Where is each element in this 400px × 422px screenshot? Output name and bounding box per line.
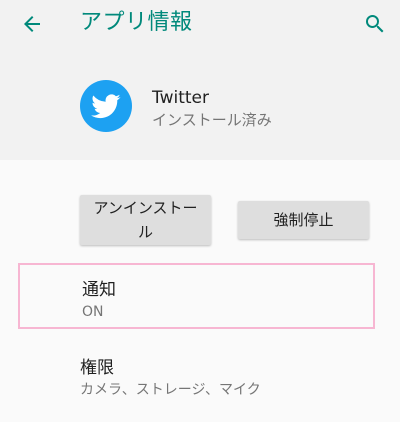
page-title: アプリ情報: [80, 10, 193, 35]
search-button[interactable]: [357, 6, 393, 42]
back-button[interactable]: [14, 6, 50, 42]
arrow-back-icon: [24, 16, 40, 32]
app-info-content: アンインストール 強制停止 通知 ON 権限 カメラ、ストレージ、マイク: [0, 160, 400, 422]
notification-summary: ON: [82, 304, 104, 320]
notification-preference[interactable]: 通知 ON: [18, 263, 375, 329]
force-stop-button[interactable]: 強制停止: [238, 201, 369, 239]
app-name: Twitter: [152, 88, 209, 108]
app-icon: [80, 80, 132, 132]
twitter-bird-icon: [91, 94, 121, 119]
app-install-status: インストール済み: [152, 111, 272, 129]
uninstall-button[interactable]: アンインストール: [80, 195, 211, 245]
app-header: Twitter インストール済み: [0, 50, 400, 160]
permissions-title: 権限: [80, 358, 114, 378]
app-info-screen: アプリ情報 Twitter インストール済み アンインストール 強制停止 通知 …: [0, 0, 400, 422]
permissions-preference[interactable]: 権限 カメラ、ストレージ、マイク: [18, 345, 375, 411]
notification-title: 通知: [82, 280, 116, 300]
search-icon: [366, 15, 384, 33]
toolbar: アプリ情報: [0, 0, 400, 50]
permissions-summary: カメラ、ストレージ、マイク: [80, 382, 261, 398]
